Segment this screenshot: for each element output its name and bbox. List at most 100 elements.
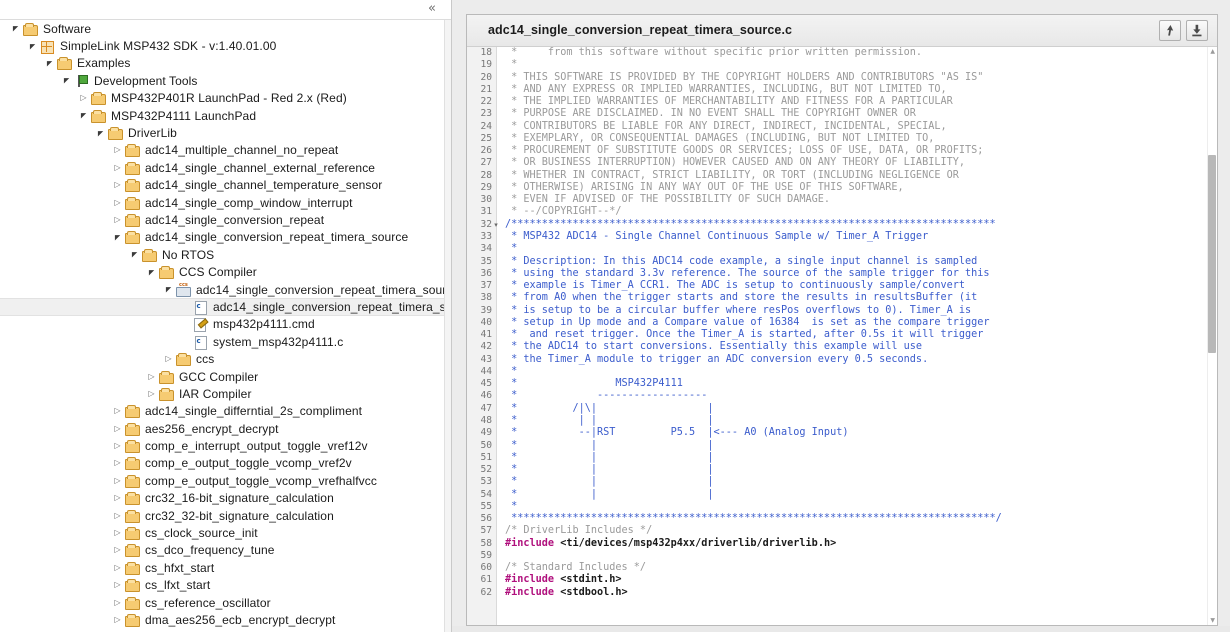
chevron-right-icon[interactable]: ▷	[111, 563, 124, 572]
chevron-right-icon[interactable]: ▷	[111, 215, 124, 224]
tree-scroll-area[interactable]: ◢ Software ◢ SimpleLink MSP432 SDK - v:1.40…	[0, 20, 451, 631]
line-number: 50	[480, 439, 492, 451]
tree-item-label: comp_e_output_toggle_vcomp_vrefhalfvcc	[145, 473, 377, 488]
code-line: 47 * /|\| |	[467, 403, 1217, 415]
line-number: 52	[480, 464, 492, 476]
tree-item[interactable]: ▷ crc32_16-bit_signature_calculation	[0, 490, 451, 507]
code-fold-toggle-icon[interactable]: ▾	[492, 219, 500, 231]
tree-item[interactable]: ▷ adc14_single_channel_temperature_sensor	[0, 177, 451, 194]
tree-item[interactable]: ▷ cs_lfxt_start	[0, 577, 451, 594]
folder-icon	[124, 543, 141, 558]
tree-item[interactable]: ◢ No RTOS	[0, 246, 451, 263]
tree-item[interactable]: ▷ IAR Compiler	[0, 385, 451, 402]
tree-item[interactable]: ▷ cs_hfxt_start	[0, 559, 451, 576]
chevron-right-icon[interactable]: ▷	[111, 163, 124, 172]
tree-item[interactable]: ◢ Software	[0, 20, 451, 37]
chevron-down-icon[interactable]: ◢	[43, 60, 56, 68]
chevron-right-icon[interactable]: ▷	[111, 511, 124, 520]
scroll-down-arrow-icon[interactable]: ▼	[1210, 617, 1215, 624]
tree-item[interactable]: ▷ adc14_single_comp_window_interrupt	[0, 194, 451, 211]
code-line: 61 #include <stdint.h>	[467, 574, 1217, 586]
tree-item[interactable]: ▷ GCC Compiler	[0, 368, 451, 385]
code-text-area[interactable]: 18 * from this software without specific…	[467, 47, 1217, 625]
tree-item[interactable]: ◢ CCS Compiler	[0, 263, 451, 280]
chevron-right-icon[interactable]: ▷	[145, 389, 158, 398]
chevron-right-icon[interactable]: ▷	[111, 615, 124, 624]
tree-item-label: adc14_single_conversion_repeat_timera_so…	[213, 299, 451, 314]
open-in-new-window-button[interactable]	[1159, 20, 1181, 41]
code-scrollbar-thumb[interactable]	[1208, 155, 1216, 353]
chevron-double-left-icon[interactable]: «	[422, 1, 442, 18]
tree-item[interactable]: ▷ cs_reference_oscillator	[0, 594, 451, 611]
tree-scrollbar[interactable]	[444, 20, 451, 632]
code-line: 37 * example is Timer_A CCR1. The ADC is…	[467, 280, 1217, 292]
tree-item[interactable]: ▷ dma_aes256_ecb_encrypt_decrypt	[0, 611, 451, 628]
tree-item[interactable]: ▷ cs_clock_source_init	[0, 524, 451, 541]
tree-item[interactable]: ◢ adc14_single_conversion_repeat_timera_s…	[0, 281, 451, 298]
chevron-right-icon[interactable]: ▷	[145, 372, 158, 381]
chevron-right-icon[interactable]: ▷	[111, 598, 124, 607]
tree-item[interactable]: ◢ MSP432P4111 LaunchPad	[0, 107, 451, 124]
code-line: 23 * PURPOSE ARE DISCLAIMED. IN NO EVENT…	[467, 108, 1217, 120]
tree-item-label: adc14_single_channel_temperature_sensor	[145, 178, 383, 193]
chevron-down-icon[interactable]: ◢	[111, 234, 124, 242]
chevron-right-icon[interactable]: ▷	[77, 94, 90, 102]
line-number: 29	[480, 181, 492, 193]
tree-item[interactable]: ▷ comp_e_output_toggle_vcomp_vrefhalfvcc	[0, 472, 451, 489]
tree-item[interactable]: ▷ adc14_single_differntial_2s_compliment	[0, 403, 451, 420]
chevron-right-icon[interactable]: ▷	[111, 546, 124, 554]
tree-item[interactable]: ▷ cs_dco_frequency_tune	[0, 542, 451, 559]
chevron-right-icon[interactable]: ▷	[111, 494, 124, 502]
chevron-right-icon[interactable]: ▷	[111, 459, 124, 467]
tree-item[interactable]: ▷ ccs	[0, 350, 451, 367]
tree-item[interactable]: system_msp432p4111.c	[0, 333, 451, 350]
chevron-down-icon[interactable]: ◢	[145, 269, 158, 277]
tree-toolbar: «	[0, 0, 451, 20]
tree-item[interactable]: ▷ aes256_encrypt_decrypt	[0, 420, 451, 437]
chevron-right-icon[interactable]: ▷	[111, 424, 124, 433]
chevron-down-icon[interactable]: ◢	[60, 77, 73, 85]
chevron-right-icon[interactable]: ▷	[111, 198, 124, 207]
tree-item[interactable]: msp432p4111.cmd	[0, 316, 451, 333]
chevron-down-icon[interactable]: ◢	[9, 25, 22, 33]
tree-item[interactable]: ◢ adc14_single_conversion_repeat_timera_s…	[0, 229, 451, 246]
chevron-right-icon[interactable]: ▷	[111, 146, 124, 154]
line-number: 48	[480, 414, 492, 426]
chevron-right-icon[interactable]: ▷	[162, 355, 175, 363]
page-title: adc14_single_conversion_repeat_timera_so…	[488, 23, 793, 37]
tree-item[interactable]: ▷ adc14_single_channel_external_reference	[0, 159, 451, 176]
code-line-text: * ------------------	[505, 390, 708, 402]
tree-item[interactable]: ◢ SimpleLink MSP432 SDK - v:1.40.01.00	[0, 37, 451, 55]
chevron-down-icon[interactable]: ◢	[162, 286, 175, 294]
folder-icon	[124, 422, 141, 436]
tree-item-selected[interactable]: adc14_single_conversion_repeat_timera_so…	[0, 298, 451, 316]
preprocessor-directive: #include	[505, 586, 555, 598]
scroll-up-arrow-icon[interactable]: ▲	[1210, 48, 1215, 55]
chevron-right-icon[interactable]: ▷	[111, 442, 124, 450]
tree-item[interactable]: ▷ MSP432P401R LaunchPad - Red 2.x (Red)	[0, 90, 451, 107]
tree-item[interactable]: ▷ adc14_single_conversion_repeat	[0, 211, 451, 228]
tree-item[interactable]: ▷ comp_e_interrupt_output_toggle_vref12v	[0, 437, 451, 454]
download-file-button[interactable]	[1186, 20, 1208, 41]
code-vertical-scrollbar[interactable]: ▲ ▼	[1207, 47, 1217, 625]
tree-item[interactable]: ▷ crc32_32-bit_signature_calculation	[0, 507, 451, 524]
tree-item[interactable]: ▷ adc14_multiple_channel_no_repeat	[0, 142, 451, 159]
chevron-right-icon[interactable]: ▷	[111, 581, 124, 589]
chevron-right-icon[interactable]: ▷	[111, 181, 124, 189]
chevron-down-icon[interactable]: ◢	[26, 43, 39, 51]
tree-item[interactable]: ◢ DriverLib	[0, 124, 451, 141]
chevron-down-icon[interactable]: ◢	[94, 130, 107, 138]
chevron-down-icon[interactable]: ◢	[128, 251, 141, 259]
line-number: 24	[480, 120, 492, 132]
tree-item-label: No RTOS	[162, 247, 215, 262]
code-line: 57 /* DriverLib Includes */	[467, 525, 1217, 537]
chevron-right-icon[interactable]: ▷	[111, 529, 124, 537]
tree-item[interactable]: ◢ Examples	[0, 55, 451, 72]
chevron-down-icon[interactable]: ◢	[77, 112, 90, 120]
tree-item[interactable]: ◢ Development Tools	[0, 72, 451, 89]
code-line: 35 * Description: In this ADC14 code exa…	[467, 256, 1217, 268]
chevron-right-icon[interactable]: ▷	[111, 476, 124, 485]
chevron-right-icon[interactable]: ▷	[111, 407, 124, 415]
tree-item-label: CCS Compiler	[179, 265, 257, 280]
tree-item[interactable]: ▷ comp_e_output_toggle_vcomp_vref2v	[0, 455, 451, 472]
